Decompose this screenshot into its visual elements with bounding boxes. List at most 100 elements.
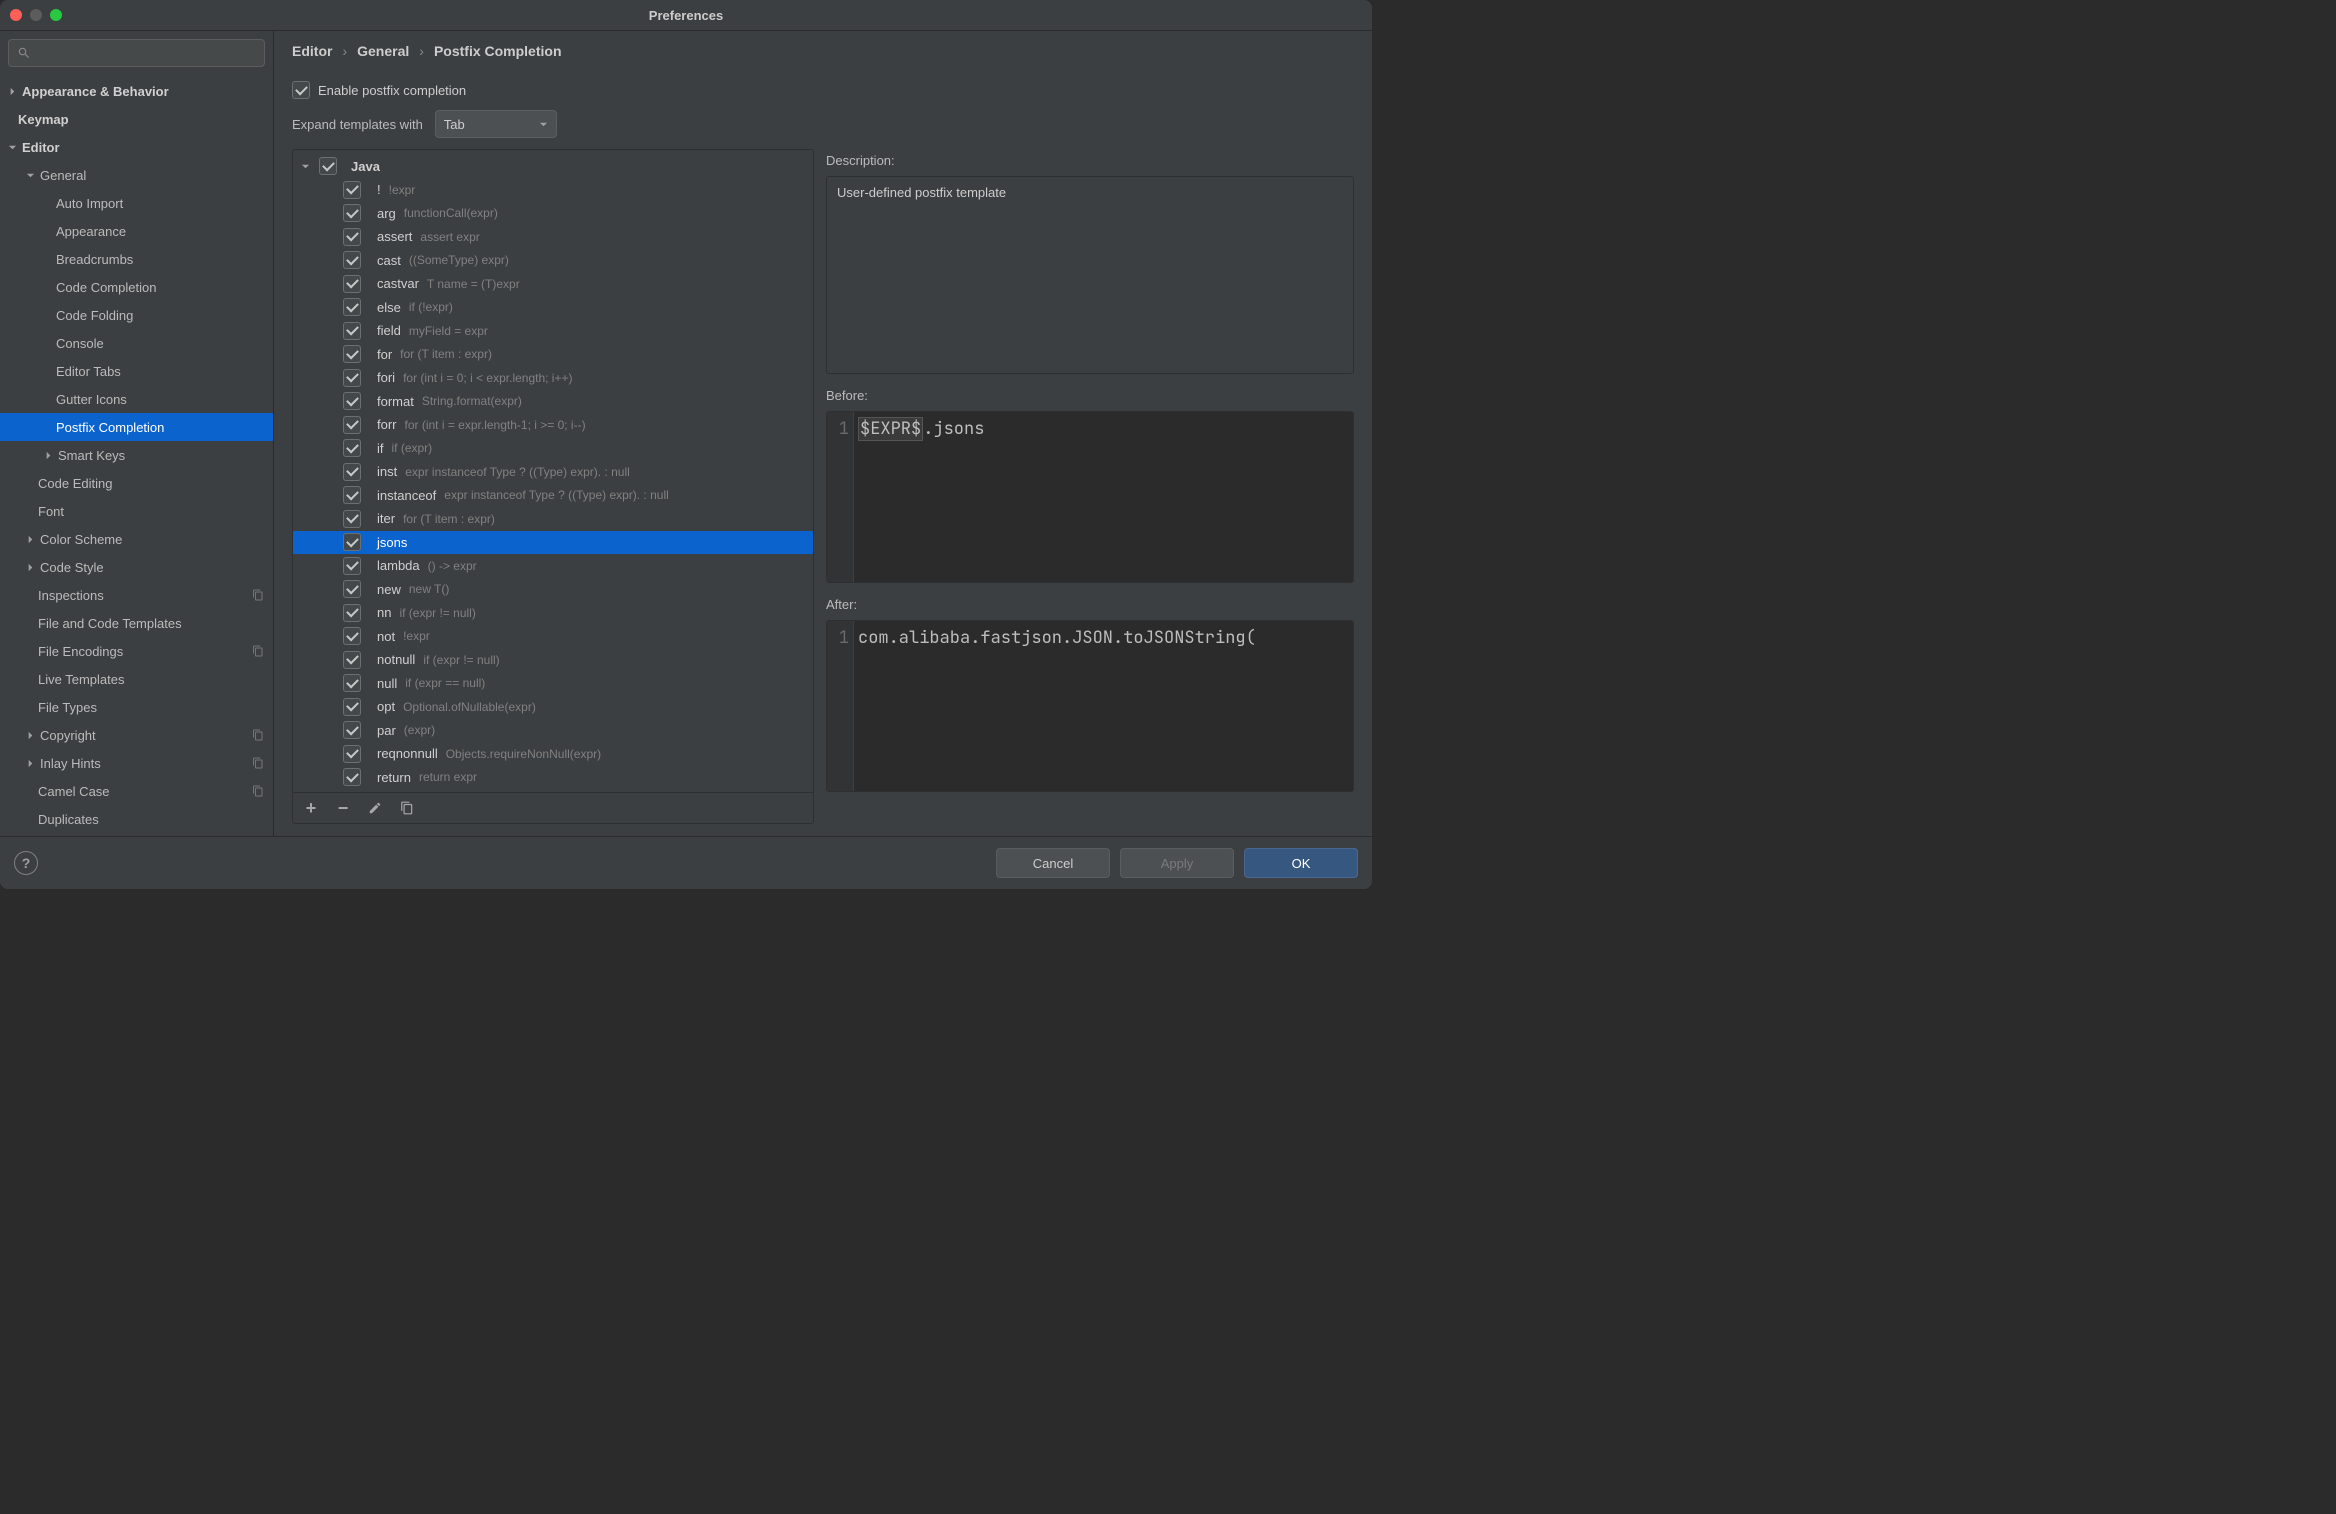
language-checkbox[interactable] xyxy=(319,157,337,175)
template-row[interactable]: newnew T() xyxy=(293,578,813,602)
sidebar-item[interactable]: File Encodings xyxy=(0,637,273,665)
sidebar-item[interactable]: Inlay Hints xyxy=(0,749,273,777)
template-checkbox[interactable] xyxy=(343,392,361,410)
zoom-icon[interactable] xyxy=(50,9,62,21)
template-checkbox[interactable] xyxy=(343,322,361,340)
minimize-icon[interactable] xyxy=(30,9,42,21)
sidebar-item[interactable]: Code Style xyxy=(0,553,273,581)
template-row[interactable]: elseif (!expr) xyxy=(293,296,813,320)
template-checkbox[interactable] xyxy=(343,228,361,246)
sidebar-item[interactable]: Editor xyxy=(0,133,273,161)
sidebar-item[interactable]: File Types xyxy=(0,693,273,721)
template-row[interactable]: optOptional.ofNullable(expr) xyxy=(293,695,813,719)
sidebar-item[interactable]: Editor Tabs xyxy=(0,357,273,385)
template-checkbox[interactable] xyxy=(343,557,361,575)
help-button[interactable]: ? xyxy=(14,851,38,875)
enable-postfix-row[interactable]: Enable postfix completion xyxy=(292,75,1354,105)
sidebar-item[interactable]: Code Completion xyxy=(0,273,273,301)
template-row[interactable]: castvarT name = (T)expr xyxy=(293,272,813,296)
expand-key-select[interactable]: Tab xyxy=(435,110,557,138)
close-icon[interactable] xyxy=(10,9,22,21)
template-checkbox[interactable] xyxy=(343,674,361,692)
template-row[interactable]: formatString.format(expr) xyxy=(293,390,813,414)
template-row[interactable]: forifor (int i = 0; i < expr.length; i++… xyxy=(293,366,813,390)
template-row[interactable]: reqnonnullObjects.requireNonNull(expr) xyxy=(293,742,813,766)
template-checkbox[interactable] xyxy=(343,627,361,645)
edit-icon[interactable] xyxy=(367,800,383,816)
sidebar-item[interactable]: Appearance xyxy=(0,217,273,245)
template-checkbox[interactable] xyxy=(343,486,361,504)
template-row[interactable]: nnif (expr != null) xyxy=(293,601,813,625)
template-row[interactable]: notnullif (expr != null) xyxy=(293,648,813,672)
template-checkbox[interactable] xyxy=(343,721,361,739)
breadcrumb-segment[interactable]: Editor xyxy=(292,43,332,59)
sidebar-item[interactable]: Inspections xyxy=(0,581,273,609)
template-row[interactable]: par(expr) xyxy=(293,719,813,743)
template-row[interactable]: cast((SomeType) expr) xyxy=(293,249,813,273)
template-language-root[interactable]: Java xyxy=(293,154,813,178)
template-row[interactable]: assertassert expr xyxy=(293,225,813,249)
sidebar-item[interactable]: File and Code Templates xyxy=(0,609,273,637)
templates-list[interactable]: Java!!exprargfunctionCall(expr)assertass… xyxy=(293,150,813,792)
duplicate-icon[interactable] xyxy=(399,800,415,816)
template-checkbox[interactable] xyxy=(343,298,361,316)
sidebar-item[interactable]: Color Scheme xyxy=(0,525,273,553)
apply-button[interactable]: Apply xyxy=(1120,848,1234,878)
ok-button[interactable]: OK xyxy=(1244,848,1358,878)
template-row[interactable]: lambda() -> expr xyxy=(293,554,813,578)
remove-icon[interactable]: − xyxy=(335,800,351,816)
template-row[interactable]: instanceofexpr instanceof Type ? ((Type)… xyxy=(293,484,813,508)
template-checkbox[interactable] xyxy=(343,204,361,222)
template-checkbox[interactable] xyxy=(343,369,361,387)
template-row[interactable]: nullif (expr == null) xyxy=(293,672,813,696)
sidebar-item[interactable]: Font xyxy=(0,497,273,525)
sidebar-item[interactable]: General xyxy=(0,161,273,189)
template-checkbox[interactable] xyxy=(343,439,361,457)
breadcrumb-segment[interactable]: General xyxy=(357,43,409,59)
template-row[interactable]: ifif (expr) xyxy=(293,437,813,461)
breadcrumb-segment[interactable]: Postfix Completion xyxy=(434,43,562,59)
template-row[interactable]: not!expr xyxy=(293,625,813,649)
template-checkbox[interactable] xyxy=(343,251,361,269)
template-checkbox[interactable] xyxy=(343,698,361,716)
sidebar-item[interactable]: Breadcrumbs xyxy=(0,245,273,273)
sidebar-item[interactable]: Code Folding xyxy=(0,301,273,329)
sidebar-item[interactable]: Appearance & Behavior xyxy=(0,77,273,105)
template-checkbox[interactable] xyxy=(343,533,361,551)
template-row[interactable]: iterfor (T item : expr) xyxy=(293,507,813,531)
template-checkbox[interactable] xyxy=(343,510,361,528)
template-row[interactable]: argfunctionCall(expr) xyxy=(293,202,813,226)
sidebar-item[interactable]: Gutter Icons xyxy=(0,385,273,413)
sidebar-item[interactable]: Keymap xyxy=(0,105,273,133)
sidebar-item[interactable]: Copyright xyxy=(0,721,273,749)
template-checkbox[interactable] xyxy=(343,768,361,786)
template-checkbox[interactable] xyxy=(343,651,361,669)
sidebar-item[interactable]: Live Templates xyxy=(0,665,273,693)
add-icon[interactable]: + xyxy=(303,800,319,816)
template-row[interactable]: forfor (T item : expr) xyxy=(293,343,813,367)
search-input[interactable] xyxy=(8,39,265,67)
sidebar-item[interactable]: Smart Keys xyxy=(0,441,273,469)
sidebar-item[interactable]: Code Editing xyxy=(0,469,273,497)
sidebar-item[interactable]: Camel Case xyxy=(0,777,273,805)
sidebar-item[interactable]: Duplicates xyxy=(0,805,273,833)
template-checkbox[interactable] xyxy=(343,345,361,363)
sidebar-item[interactable]: Postfix Completion xyxy=(0,413,273,441)
template-checkbox[interactable] xyxy=(343,604,361,622)
template-checkbox[interactable] xyxy=(343,580,361,598)
settings-tree[interactable]: Appearance & BehaviorKeymapEditorGeneral… xyxy=(0,75,273,836)
enable-postfix-checkbox[interactable] xyxy=(292,81,310,99)
template-checkbox[interactable] xyxy=(343,416,361,434)
template-checkbox[interactable] xyxy=(343,463,361,481)
template-row[interactable]: returnreturn expr xyxy=(293,766,813,790)
sidebar-item[interactable]: Auto Import xyxy=(0,189,273,217)
template-row[interactable]: fieldmyField = expr xyxy=(293,319,813,343)
template-row[interactable]: !!expr xyxy=(293,178,813,202)
sidebar-item[interactable]: Console xyxy=(0,329,273,357)
template-row[interactable]: forrfor (int i = expr.length-1; i >= 0; … xyxy=(293,413,813,437)
template-row[interactable]: jsons xyxy=(293,531,813,555)
template-checkbox[interactable] xyxy=(343,181,361,199)
template-checkbox[interactable] xyxy=(343,745,361,763)
cancel-button[interactable]: Cancel xyxy=(996,848,1110,878)
template-checkbox[interactable] xyxy=(343,275,361,293)
